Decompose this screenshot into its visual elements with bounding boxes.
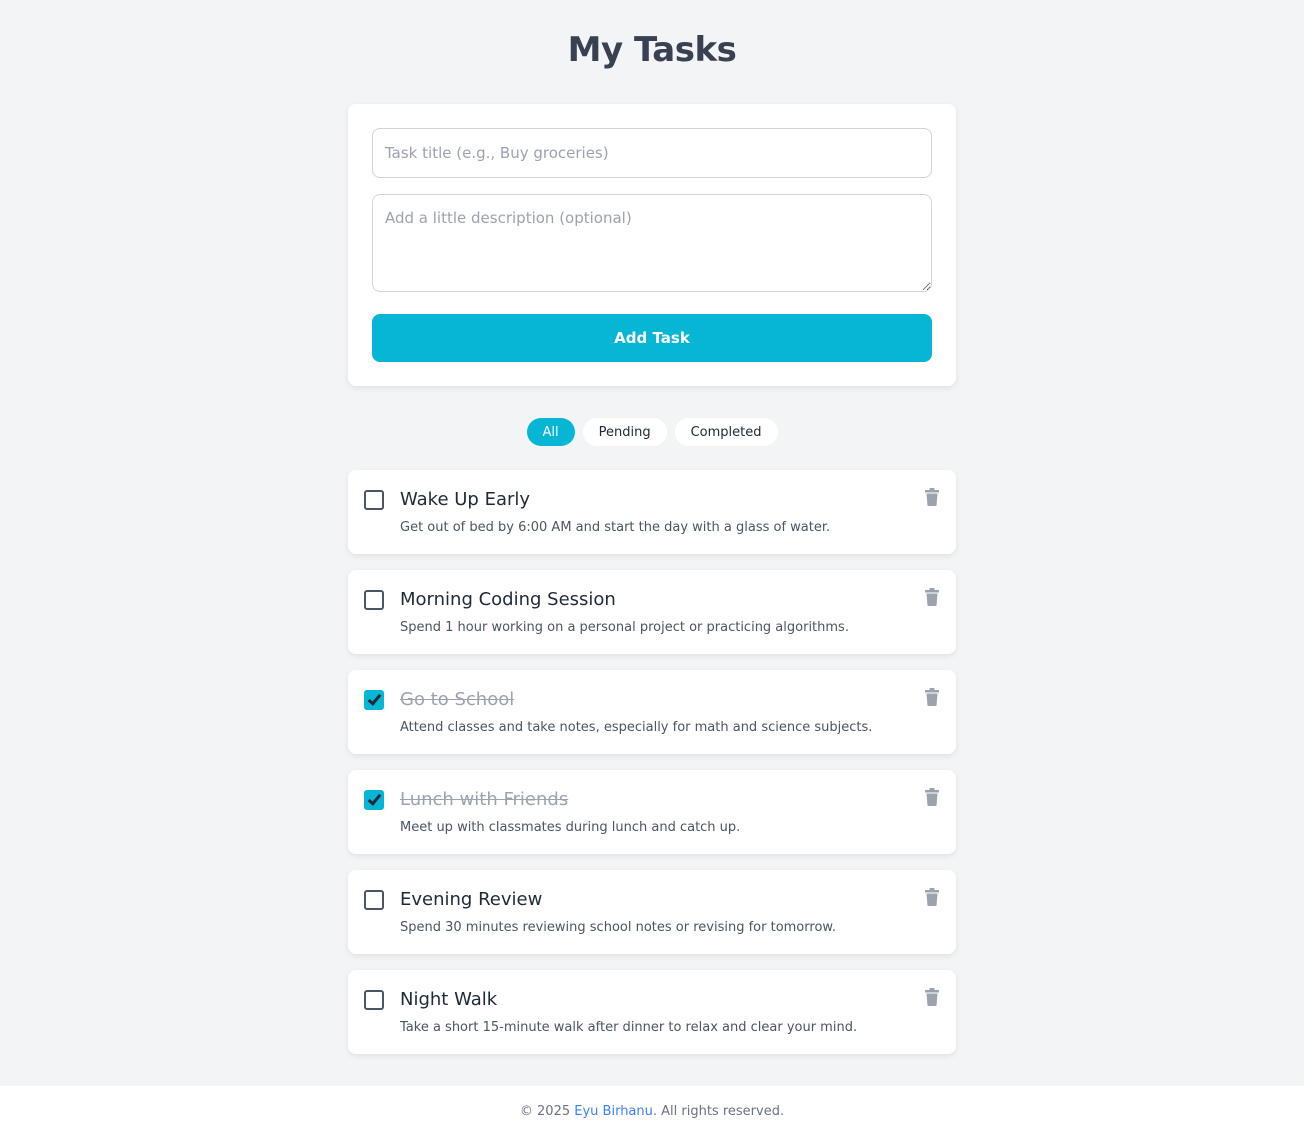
task-title: Morning Coding Session — [400, 589, 616, 610]
checkmark-icon — [367, 791, 382, 806]
task-checkbox[interactable] — [364, 990, 384, 1010]
task-checkbox[interactable] — [364, 790, 384, 810]
task-title: Go to School — [400, 689, 515, 710]
task-description: Attend classes and take notes, especiall… — [400, 720, 873, 735]
task-checkbox[interactable] — [364, 890, 384, 910]
footer: © 2025 Eyu Birhanu. All rights reserved. — [0, 1086, 1304, 1138]
add-task-form: Add Task — [348, 104, 956, 386]
trash-icon[interactable] — [924, 688, 940, 706]
trash-icon[interactable] — [924, 588, 940, 606]
task-item: Morning Coding Session Spend 1 hour work… — [348, 570, 956, 654]
task-item: Go to School Attend classes and take not… — [348, 670, 956, 754]
task-description-input[interactable] — [372, 194, 932, 292]
task-item: Evening Review Spend 30 minutes reviewin… — [348, 870, 956, 954]
trash-icon[interactable] — [924, 488, 940, 506]
task-description: Get out of bed by 6:00 AM and start the … — [400, 520, 831, 535]
filter-all-button[interactable]: All — [526, 418, 575, 446]
task-checkbox[interactable] — [364, 490, 384, 510]
task-checkbox[interactable] — [364, 690, 384, 710]
task-description: Spend 30 minutes reviewing school notes … — [400, 920, 836, 935]
task-checkbox[interactable] — [364, 590, 384, 610]
task-title: Night Walk — [400, 989, 498, 1010]
task-item: Night Walk Take a short 15-minute walk a… — [348, 970, 956, 1054]
task-title-input[interactable] — [372, 128, 932, 178]
filter-bar: All Pending Completed — [0, 418, 1304, 446]
task-title: Evening Review — [400, 889, 543, 910]
page-title: My Tasks — [567, 30, 737, 70]
filter-completed-button[interactable]: Completed — [674, 418, 778, 446]
task-title: Lunch with Friends — [400, 789, 569, 810]
add-task-button[interactable]: Add Task — [372, 314, 932, 362]
trash-icon[interactable] — [924, 888, 940, 906]
footer-copyright: © 2025 — [519, 1104, 571, 1119]
task-item: Wake Up Early Get out of bed by 6:00 AM … — [348, 470, 956, 554]
trash-icon[interactable] — [924, 988, 940, 1006]
footer-rights: . All rights reserved. — [652, 1104, 785, 1119]
filter-pending-button[interactable]: Pending — [582, 418, 667, 446]
task-item: Lunch with Friends Meet up with classmat… — [348, 770, 956, 854]
task-description: Take a short 15-minute walk after dinner… — [400, 1020, 858, 1035]
task-description: Spend 1 hour working on a personal proje… — [400, 620, 849, 635]
checkmark-icon — [367, 691, 382, 706]
task-description: Meet up with classmates during lunch and… — [400, 820, 741, 835]
task-list: Wake Up Early Get out of bed by 6:00 AM … — [348, 470, 956, 1070]
task-title: Wake Up Early — [400, 489, 531, 510]
footer-author-link[interactable]: Eyu Birhanu — [574, 1104, 653, 1119]
trash-icon[interactable] — [924, 788, 940, 806]
